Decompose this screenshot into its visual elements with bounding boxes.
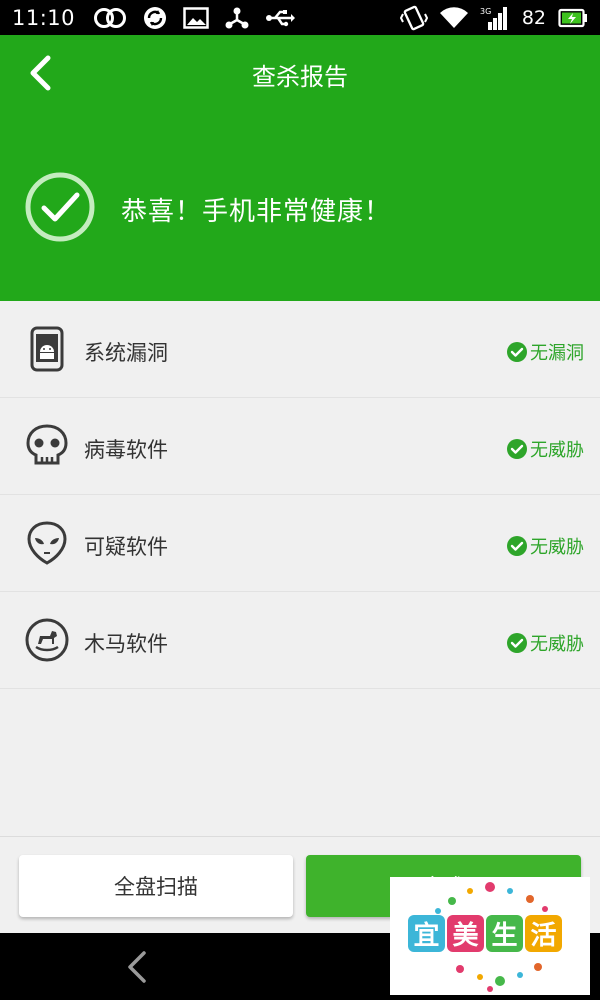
check-circle-icon bbox=[507, 439, 527, 459]
check-circle-icon bbox=[507, 342, 527, 362]
rings-icon bbox=[93, 7, 127, 29]
status-text: 无威胁 bbox=[530, 634, 584, 655]
watermark-text: 宜 美 生 活 bbox=[408, 915, 562, 952]
status-badge: 无威胁 bbox=[507, 533, 584, 559]
scan-result-list: 系统漏洞 无漏洞 病毒软件 无威胁 可疑软件 无威胁 木马软件 无威胁 bbox=[0, 301, 600, 689]
skull-icon bbox=[26, 424, 68, 465]
page-title: 查杀报告 bbox=[252, 63, 348, 91]
item-label: 木马软件 bbox=[84, 632, 168, 656]
watermark-char: 生 bbox=[486, 915, 523, 952]
rocking-horse-icon bbox=[25, 618, 69, 662]
nav-back-icon[interactable] bbox=[120, 947, 156, 987]
watermark-logo: 宜 美 生 活 bbox=[390, 877, 590, 995]
notification-icons bbox=[93, 6, 296, 30]
usb-icon bbox=[265, 8, 296, 28]
result-header: 查杀报告 恭喜！手机非常健康！ bbox=[0, 35, 600, 301]
item-label: 病毒软件 bbox=[84, 438, 168, 462]
check-circle-icon bbox=[25, 172, 95, 242]
list-item-suspicious-software: 可疑软件 无威胁 bbox=[0, 495, 600, 592]
watermark-char: 宜 bbox=[408, 915, 445, 952]
item-label: 可疑软件 bbox=[84, 535, 168, 559]
status-badge: 无漏洞 bbox=[507, 339, 584, 365]
status-text: 无威胁 bbox=[530, 440, 584, 461]
sync-icon bbox=[143, 6, 167, 30]
phone-android-icon bbox=[30, 326, 64, 372]
watermark-char: 活 bbox=[525, 915, 562, 952]
check-circle-icon bbox=[507, 633, 527, 653]
list-item-virus-software: 病毒软件 无威胁 bbox=[0, 398, 600, 495]
battery-level: 82 bbox=[521, 6, 546, 29]
image-icon bbox=[183, 6, 209, 29]
system-icons: 3G 82 bbox=[399, 5, 588, 31]
health-message: 恭喜！手机非常健康！ bbox=[121, 197, 392, 227]
status-text: 无漏洞 bbox=[530, 343, 584, 364]
status-badge: 无威胁 bbox=[507, 630, 584, 656]
check-circle-icon bbox=[507, 536, 527, 556]
wifi-icon bbox=[439, 6, 468, 29]
status-bar: 11:10 3G 82 bbox=[0, 0, 600, 35]
status-badge: 无威胁 bbox=[507, 436, 584, 462]
alien-icon bbox=[27, 521, 67, 565]
status-time: 11:10 bbox=[12, 5, 76, 30]
list-item-system-vulnerability: 系统漏洞 无漏洞 bbox=[0, 301, 600, 398]
status-text: 无威胁 bbox=[530, 537, 584, 558]
share-nodes-icon bbox=[225, 6, 249, 30]
battery-icon bbox=[558, 8, 588, 28]
vibrate-icon bbox=[399, 5, 428, 31]
full-scan-button[interactable]: 全盘扫描 bbox=[19, 855, 293, 917]
svg-text:3G: 3G bbox=[480, 7, 491, 16]
list-item-trojan-software: 木马软件 无威胁 bbox=[0, 592, 600, 689]
signal-3g-icon: 3G bbox=[480, 6, 510, 30]
item-label: 系统漏洞 bbox=[84, 341, 168, 365]
watermark-char: 美 bbox=[447, 915, 484, 952]
